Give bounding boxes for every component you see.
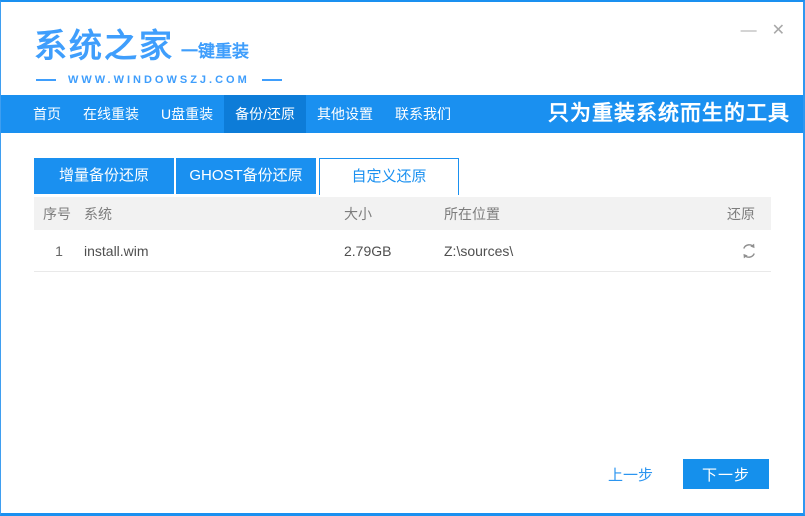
next-step-button[interactable]: 下一步 [683, 459, 769, 489]
column-header-system: 系统 [84, 205, 112, 222]
dash-decoration [36, 79, 56, 81]
tab-ghost-backup-restore[interactable]: GHOST备份还原 [176, 158, 316, 194]
main-navbar: 首页 在线重装 U盘重装 备份/还原 其他设置 联系我们 只为重装系统而生的工具 [1, 95, 803, 133]
nav-item-backup-restore[interactable]: 备份/还原 [224, 95, 307, 133]
close-button[interactable]: ✕ [772, 22, 785, 40]
nav-item-contact-us[interactable]: 联系我们 [384, 95, 462, 133]
table-row: 1 install.wim 2.79GB Z:\sources\ [34, 230, 771, 272]
minimize-button[interactable]: — [741, 22, 757, 40]
nav-item-home[interactable]: 首页 [22, 95, 72, 133]
logo: 系统之家 一键重装 WWW.WINDOWSZJ.COM [34, 19, 282, 86]
column-header-size: 大小 [344, 205, 372, 222]
nav-item-usb-reinstall[interactable]: U盘重装 [150, 95, 224, 133]
row-index: 1 [55, 242, 63, 259]
website-row: WWW.WINDOWSZJ.COM [36, 74, 282, 86]
wizard-footer: 上一步 下一步 [608, 459, 769, 489]
slogan-text: 只为重装系统而生的工具 [548, 102, 790, 125]
tab-custom-restore[interactable]: 自定义还原 [319, 158, 459, 195]
logo-text: 系统之家 [34, 27, 174, 64]
restore-tabs: 增量备份还原 GHOST备份还原 自定义还原 [34, 158, 459, 195]
column-header-restore: 还原 [727, 205, 755, 222]
tab-incremental-backup-restore[interactable]: 增量备份还原 [34, 158, 174, 194]
app-window: 系统之家 一键重装 WWW.WINDOWSZJ.COM — ✕ 首页 在线重装 … [0, 0, 805, 516]
window-controls: — ✕ [741, 22, 785, 40]
column-header-location: 所在位置 [444, 205, 500, 222]
titlebar: 系统之家 一键重装 WWW.WINDOWSZJ.COM — ✕ [1, 2, 803, 95]
logo-subtitle: 一键重装 [181, 42, 249, 61]
refresh-icon[interactable] [740, 242, 758, 260]
column-header-index: 序号 [43, 205, 71, 222]
row-system-name: install.wim [84, 242, 149, 259]
nav-item-online-reinstall[interactable]: 在线重装 [72, 95, 150, 133]
nav-item-other-settings[interactable]: 其他设置 [306, 95, 384, 133]
previous-step-button[interactable]: 上一步 [608, 464, 653, 485]
dash-decoration [261, 79, 282, 81]
image-file-table: 序号 系统 大小 所在位置 还原 1 install.wim 2.79GB Z:… [34, 197, 771, 272]
table-header: 序号 系统 大小 所在位置 还原 [34, 197, 771, 230]
row-location: Z:\sources\ [444, 242, 514, 259]
website-url: WWW.WINDOWSZJ.COM [68, 74, 250, 86]
row-size: 2.79GB [344, 242, 392, 259]
